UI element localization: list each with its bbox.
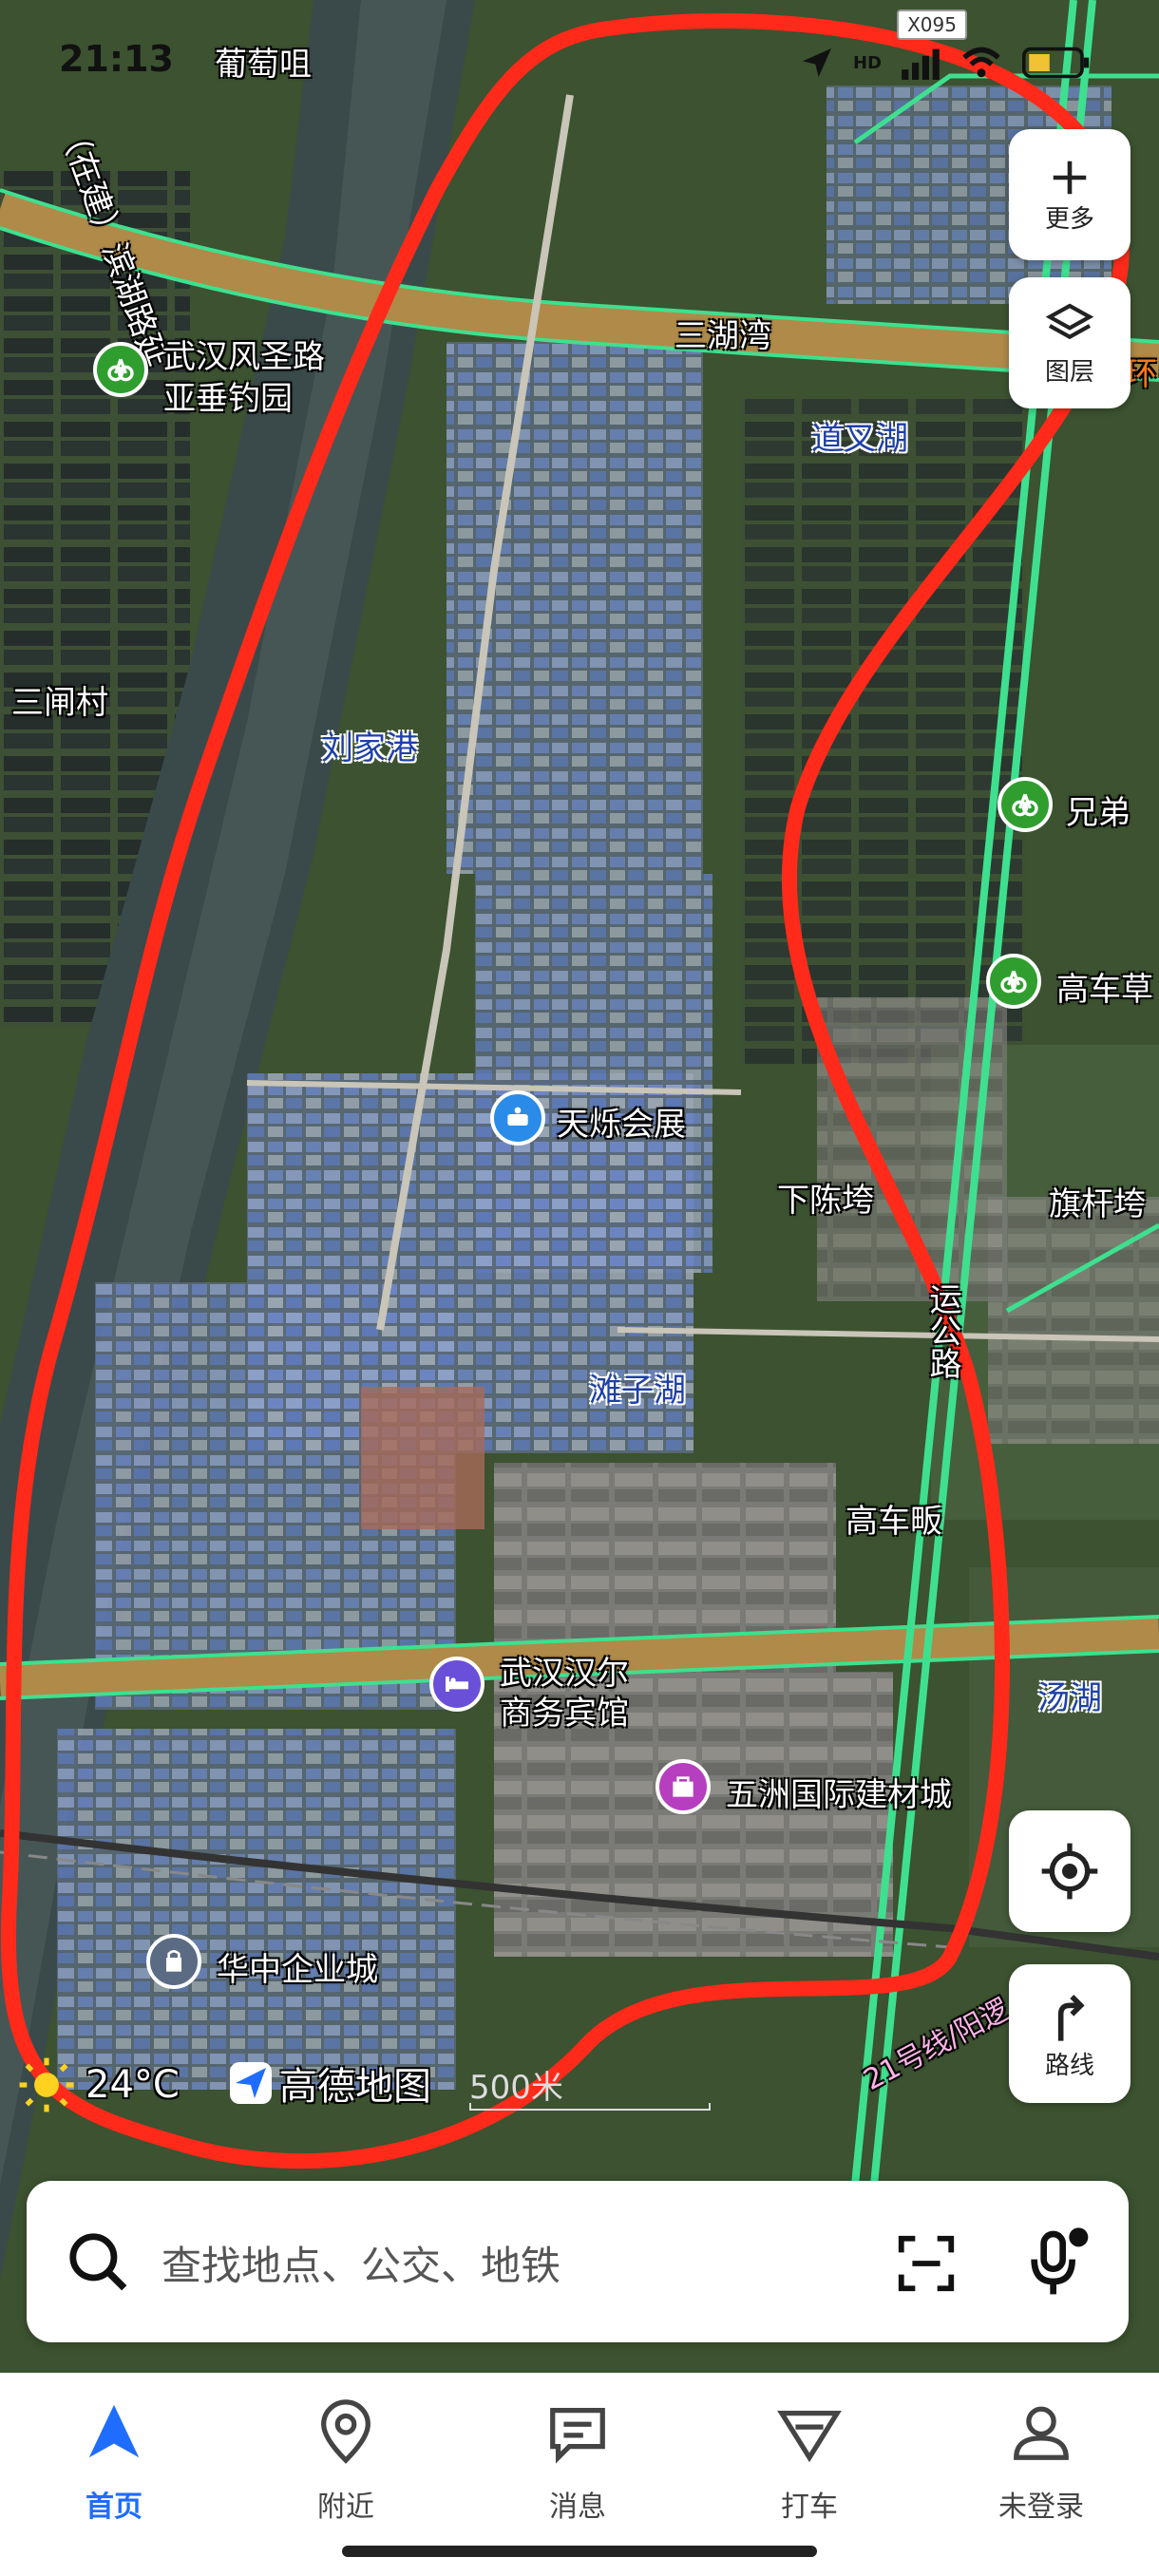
signal-icon [902,48,940,80]
map-label-hotel-line2: 商务宾馆 [500,1695,629,1733]
tab-profile[interactable]: 未登录 [965,2399,1117,2525]
tab-taxi-label: 打车 [781,2491,838,2524]
home-indicator[interactable] [342,2546,817,2557]
route-label: 路线 [1044,2051,1094,2080]
tab-home[interactable]: 首页 [38,2399,190,2525]
map-label-gonglu: 运公路 [923,1282,961,1379]
battery-icon [1022,47,1090,79]
map-label-gaochefan: 高车畈 [846,1503,942,1541]
message-icon [550,2408,605,2464]
status-icons: HD [798,44,1092,82]
tab-nearby[interactable]: 附近 [270,2399,422,2525]
map-label-liujiagang: 刘家港 [321,729,418,767]
user-icon [1014,2406,1069,2460]
tab-home-label: 首页 [86,2491,142,2524]
scale-label: 500米 [469,2069,563,2107]
poi-shopping-icon[interactable] [656,1759,711,1814]
map-label-fengshenglu: 武汉风圣路 [163,338,325,376]
more-label: 更多 [1044,204,1094,234]
map-label-tanzihu: 滩子湖 [589,1372,686,1410]
network-label: HD [852,52,882,73]
locate-button[interactable] [1009,1810,1130,1932]
wifi-icon [962,47,1000,78]
tab-messages[interactable]: 消息 [502,2399,654,2525]
microphone-icon[interactable] [1018,2225,1094,2301]
poi-building-icon[interactable] [146,1934,201,1989]
map-label-sanhuwan: 三湖湾 [674,317,771,355]
layers-icon [1045,303,1094,339]
map-label-qiganwan: 旗杆垮 [1049,1185,1146,1223]
road-code-badge: X095 [897,9,967,40]
poi-fishing-icon[interactable] [986,954,1041,1009]
more-button[interactable]: 更多 [1009,129,1130,260]
location-pin-icon [321,2399,370,2464]
map-label-xiongdi: 兄弟 [1066,794,1130,832]
tab-taxi[interactable]: 打车 [733,2399,885,2525]
map-label-yachuidiaoyuan: 亚垂钓园 [163,380,293,418]
map-label-sanzhacun: 三闸村 [11,684,108,722]
map-label-gaochecao: 高车草 [1056,971,1153,1009]
layers-label: 图层 [1044,357,1094,387]
map-label-huazhong: 华中企业城 [217,1951,378,1989]
route-arrow-icon [1057,1994,1085,2041]
poi-hotel-icon[interactable] [429,1657,484,1712]
map-label-xiachenwan: 下陈垮 [777,1182,874,1220]
tab-nearby-label: 附近 [317,2491,374,2524]
tab-messages-label: 消息 [549,2491,606,2524]
tab-profile-label: 未登录 [998,2491,1084,2524]
poi-fishing-icon[interactable] [93,342,148,397]
search-bar[interactable]: 查找地点、公交、地铁 [27,2181,1129,2342]
poi-fishing-icon[interactable] [998,777,1053,832]
location-arrow-icon [802,48,831,77]
amap-logo-icon [230,2062,272,2104]
search-icon [69,2233,127,2291]
amap-logo: 高德地图 [228,2055,431,2111]
weather-widget[interactable]: 24°C [17,2055,180,2114]
poi-exhibition-icon[interactable] [490,1090,545,1146]
taxi-icon [777,2410,842,2463]
route-button[interactable]: 路线 [1009,1964,1130,2103]
home-arrow-icon [88,2404,140,2458]
weather-temp: 24°C [86,2063,180,2107]
plus-icon [1053,161,1087,194]
map-label-wuzhou: 五洲国际建材城 [726,1776,952,1814]
layers-button[interactable]: 图层 [1009,277,1130,408]
scan-icon[interactable] [893,2230,960,2297]
scale-bar [469,2103,711,2111]
map-label-tanghu: 汤湖 [1037,1679,1102,1717]
map-label-putaoju: 葡萄咀 [215,46,312,84]
amap-logo-text: 高德地图 [279,2065,431,2109]
sun-icon [19,2057,74,2112]
status-time: 21:13 [59,38,174,80]
search-placeholder[interactable]: 查找地点、公交、地铁 [162,2234,560,2292]
map-label-tianshuohuizhan: 天烁会展 [557,1106,686,1144]
map-label-daochahu: 道叉湖 [811,420,908,458]
locate-icon [1041,1843,1098,1900]
